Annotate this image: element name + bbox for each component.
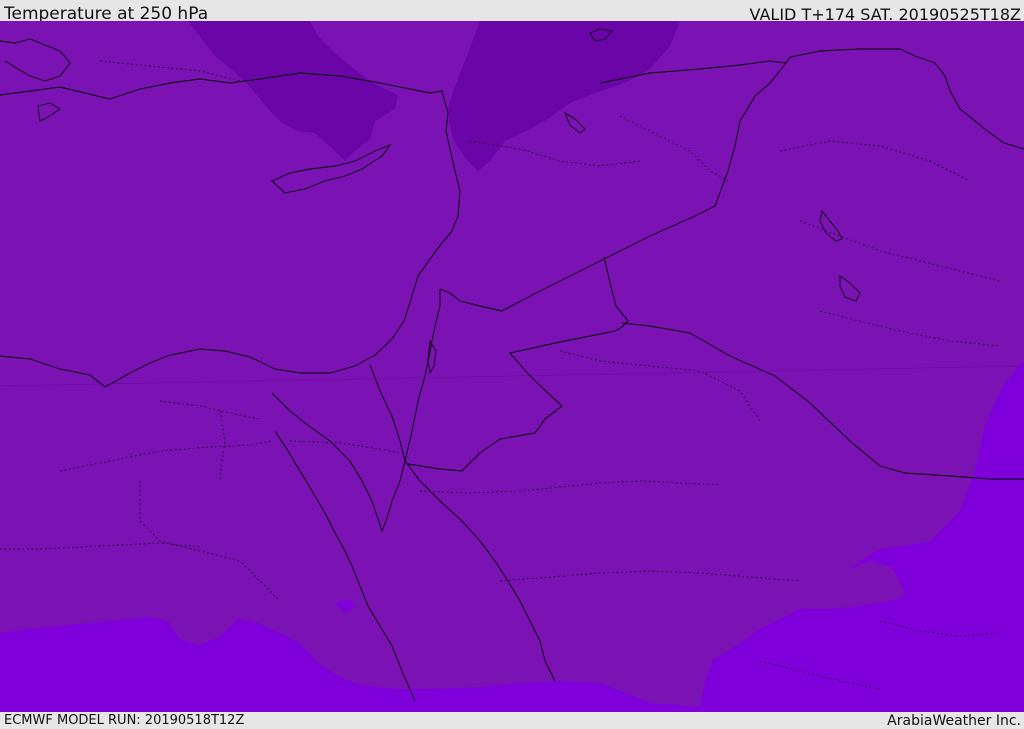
model-run-label: ECMWF MODEL RUN: 20190518T12Z: [4, 713, 245, 728]
credit-label: ArabiaWeather Inc.: [887, 713, 1021, 729]
temperature-map: [0, 21, 1024, 712]
